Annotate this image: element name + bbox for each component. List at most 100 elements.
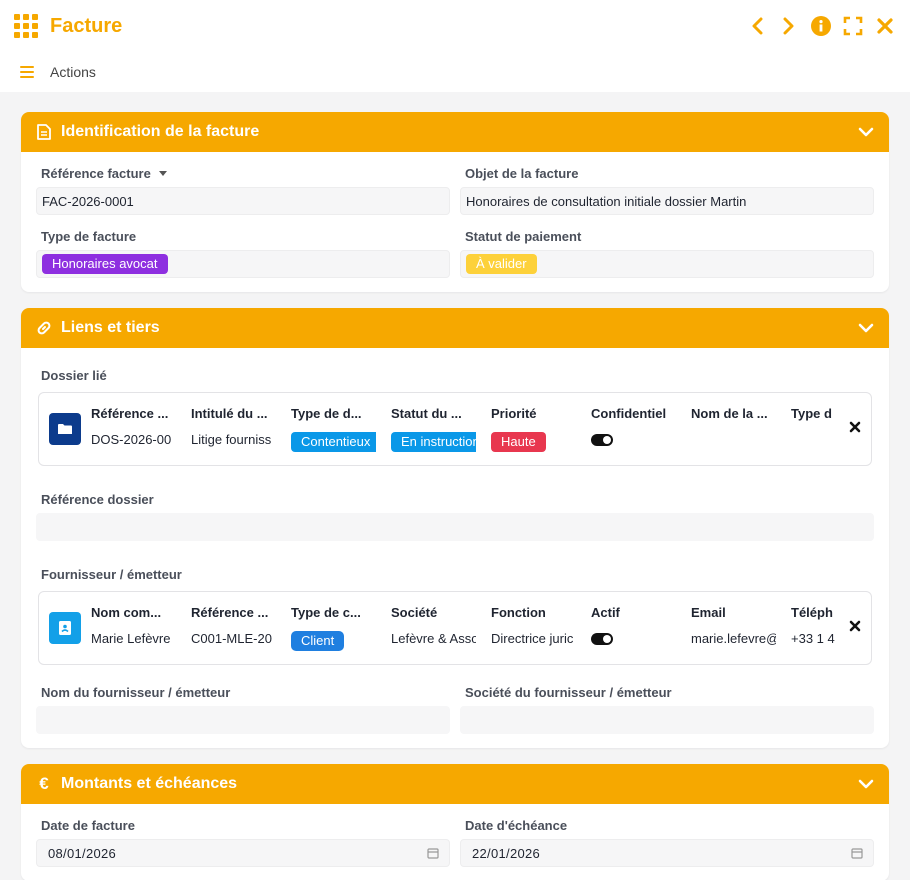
close-icon [849,620,861,632]
reference-facture-input[interactable]: FAC-2026-0001 [36,187,450,215]
contact-card-icon [49,612,81,644]
euro-icon: € [39,774,49,793]
close-icon [877,18,893,34]
societe-fournisseur-input[interactable] [460,706,874,734]
column-header: Type de d... [291,406,362,421]
fullscreen-button[interactable] [842,15,864,37]
form-content: Identification de la facture Référence f… [0,92,910,880]
section-title: Liens et tiers [61,319,160,336]
dossier-reference: DOS-2026-00 [91,432,172,447]
field-label: Référence dossier [41,492,154,507]
chevron-left-icon [752,17,763,35]
actions-bar: Actions [0,52,910,92]
chevron-down-icon[interactable] [857,319,875,337]
dossier-priorite-badge: Haute [491,432,546,452]
section-header-liens[interactable]: Liens et tiers [21,308,889,348]
column-header: Téléph [791,605,833,620]
fournisseur-label: Fournisseur / émetteur [41,567,182,582]
nom-fournisseur-input[interactable] [36,706,450,734]
field-statut-paiement: Statut de paiement À valider [460,229,874,278]
caret-down-icon[interactable] [158,171,167,176]
chevron-down-icon[interactable] [857,775,875,793]
page-title: Facture [50,14,123,37]
section-montants: € Montants et échéances Date de facture … [21,764,889,880]
column-header: Référence ... [91,406,169,421]
field-label: Date de facture [41,818,135,833]
title-bar: Facture [0,0,910,52]
status-badge: À valider [466,254,537,274]
remove-dossier-button[interactable] [847,419,863,435]
column-header: Confidentiel [591,406,667,421]
column-header: Email [691,605,726,620]
column-header: Fonction [491,605,546,620]
close-icon [849,421,861,433]
section-title: Montants et échéances [61,775,238,792]
date-value: 22/01/2026 [472,845,541,861]
field-label: Référence facture [41,166,151,181]
calendar-icon [427,848,439,859]
linked-dossier-card[interactable]: Référence ... DOS-2026-00 Intitulé du ...… [38,392,872,466]
dossier-lie-label: Dossier lié [41,368,107,383]
field-label: Statut de paiement [465,229,582,244]
fournisseur-societe: Lefèvre & Asso [391,631,476,646]
column-header: Priorité [491,406,537,421]
chevron-down-icon[interactable] [857,123,875,141]
type-facture-select[interactable]: Honoraires avocat [36,250,450,278]
field-date-facture: Date de facture 08/01/2026 [36,818,450,867]
apps-grid-icon[interactable] [14,14,38,38]
fournisseur-type-badge: Client [291,631,345,651]
linked-fournisseur-card[interactable]: Nom com... Marie Lefèvre Référence ... C00… [38,591,872,665]
column-header: Type d [791,406,832,421]
dossier-intitule: Litige fourniss [191,432,272,447]
column-header: Référence ... [191,605,269,620]
field-label: Objet de la facture [465,166,579,181]
remove-fournisseur-button[interactable] [847,618,863,634]
section-liens-tiers: Liens et tiers Dossier lié Référence ...… [21,308,889,748]
date-facture-input[interactable]: 08/01/2026 [36,839,450,867]
dossier-statut-badge: En instruction [391,432,476,452]
close-button[interactable] [874,15,896,37]
info-icon [811,16,831,36]
fournisseur-nom: Marie Lefèvre [91,631,171,646]
section-title: Identification de la facture [61,123,260,140]
column-header: Actif [591,605,620,620]
column-header: Société [391,605,438,620]
field-label: Nom du fournisseur / émetteur [41,685,231,700]
dossier-type-badge: Contentieux [291,432,376,452]
objet-facture-input[interactable]: Honoraires de consultation initiale doss… [460,187,874,215]
field-objet-facture: Objet de la facture Honoraires de consul… [460,166,874,215]
reference-dossier-input[interactable] [36,513,874,541]
date-echeance-input[interactable]: 22/01/2026 [460,839,874,867]
info-button[interactable] [810,15,832,37]
actif-toggle[interactable] [591,633,613,645]
column-header: Nom de la ... [691,406,768,421]
field-label: Type de facture [41,229,137,244]
field-date-echeance: Date d'échéance 22/01/2026 [460,818,874,867]
column-header: Intitulé du ... [191,406,268,421]
date-value: 08/01/2026 [48,845,117,861]
link-icon [35,319,53,337]
section-header-identification[interactable]: Identification de la facture [21,112,889,152]
confidentiel-toggle[interactable] [591,434,613,446]
statut-paiement-select[interactable]: À valider [460,250,874,278]
expand-icon [843,16,863,36]
section-identification: Identification de la facture Référence f… [21,112,889,292]
document-icon [35,123,53,141]
fournisseur-email: marie.lefevre@ [691,631,776,646]
field-reference-facture: Référence facture FAC-2026-0001 [36,166,450,215]
field-label: Date d'échéance [465,818,568,833]
next-record-button[interactable] [778,15,800,37]
chevron-right-icon [783,17,794,35]
actions-menu[interactable]: Actions [50,64,96,80]
type-badge: Honoraires avocat [42,254,168,274]
field-type-facture: Type de facture Honoraires avocat [36,229,450,278]
field-reference-dossier: Référence dossier [36,492,874,541]
invoice-window: Facture Actions Identification de la fac… [0,0,910,880]
column-header: Statut du ... [391,406,462,421]
fournisseur-reference: C001-MLE-20 [191,631,272,646]
section-header-montants[interactable]: € Montants et échéances [21,764,889,804]
column-header: Type de c... [291,605,361,620]
previous-record-button[interactable] [746,15,768,37]
menu-icon[interactable] [20,66,34,78]
fournisseur-fonction: Directrice juric [491,631,574,646]
